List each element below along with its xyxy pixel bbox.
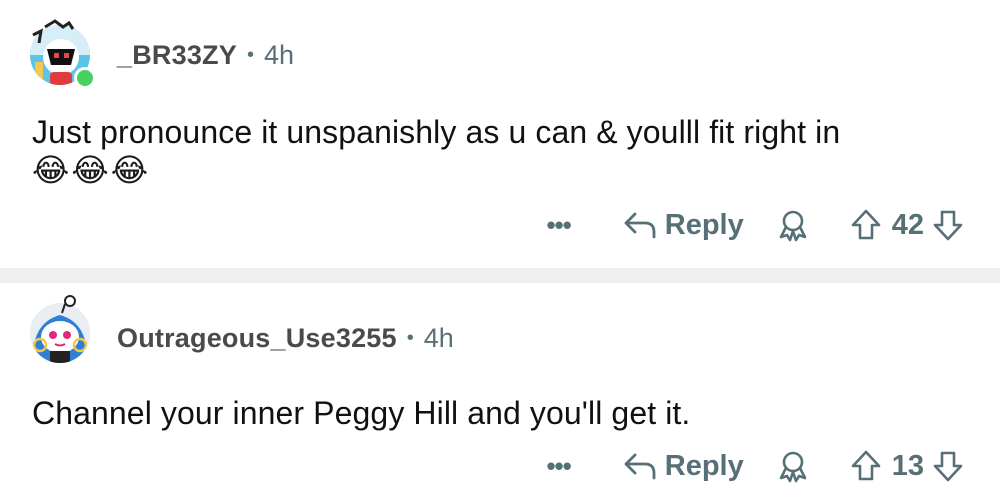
- vote-score: 42: [891, 208, 924, 241]
- downvote-arrow-icon[interactable]: [932, 208, 964, 242]
- meta-separator: •: [246, 44, 254, 66]
- reply-arrow-icon: [624, 212, 656, 239]
- laughing-emoji: 😂: [110, 151, 149, 189]
- comment-body: Just pronounce it unspanishly as u can &…: [32, 114, 841, 150]
- upvote-arrow-icon[interactable]: [850, 449, 882, 483]
- emoji-row: 😂 😂 😂: [32, 150, 148, 190]
- upvote-arrow-icon[interactable]: [850, 208, 882, 242]
- comment: Outrageous_Use3255 • 4h Channel your inn…: [0, 283, 1000, 503]
- snoo-avatar-image: [30, 295, 90, 363]
- online-status-dot: [74, 67, 96, 89]
- comment-divider: [0, 268, 1000, 283]
- reply-arrow-icon: [624, 453, 656, 480]
- reply-label: Reply: [664, 449, 744, 482]
- reply-label: Reply: [664, 208, 744, 241]
- comment: _BR33ZY • 4h Just pronounce it unspanish…: [0, 0, 1000, 268]
- laughing-emoji: 😂: [32, 151, 70, 189]
- comment-actions: ••• Reply 42: [546, 205, 964, 245]
- reply-button[interactable]: Reply: [623, 450, 744, 483]
- more-options-button[interactable]: •••: [546, 210, 571, 241]
- comment-body: Channel your inner Peggy Hill and you'll…: [32, 395, 691, 431]
- comment-meta: Outrageous_Use3255 • 4h: [117, 323, 454, 354]
- vote-score: 13: [891, 449, 924, 482]
- award-icon[interactable]: [776, 208, 810, 242]
- meta-separator: •: [406, 327, 414, 349]
- comment-age: 4h: [263, 40, 295, 70]
- downvote-arrow-icon[interactable]: [932, 449, 964, 483]
- vote-controls: 13: [850, 449, 964, 483]
- award-icon[interactable]: [776, 449, 810, 483]
- avatar[interactable]: [25, 293, 95, 363]
- avatar[interactable]: [25, 17, 96, 89]
- reply-button[interactable]: Reply: [623, 209, 744, 242]
- vote-controls: 42: [850, 208, 964, 242]
- comment-age: 4h: [423, 323, 454, 353]
- laughing-emoji: 😂: [71, 151, 109, 189]
- comment-meta: _BR33ZY • 4h: [117, 40, 294, 71]
- username[interactable]: Outrageous_Use3255: [117, 323, 397, 354]
- more-options-button[interactable]: •••: [546, 451, 571, 482]
- username[interactable]: _BR33ZY: [117, 40, 237, 71]
- comment-actions: ••• Reply 13: [546, 446, 964, 486]
